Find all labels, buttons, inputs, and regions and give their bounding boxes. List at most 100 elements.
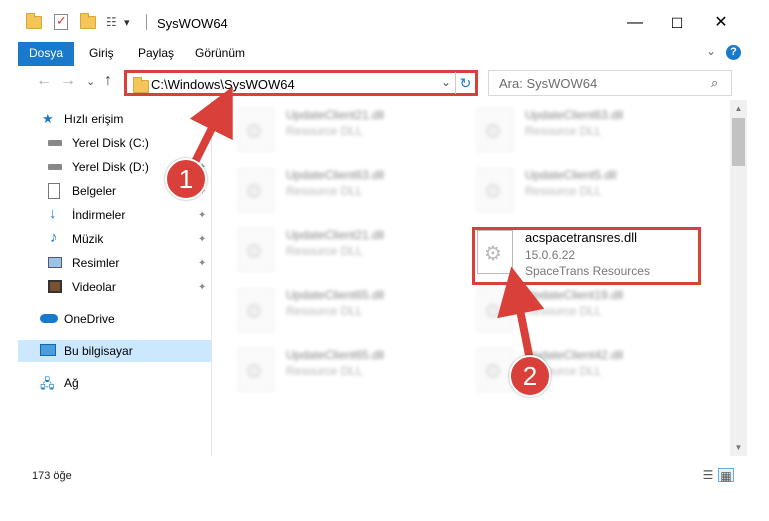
drive-icon xyxy=(48,164,62,170)
tab-file[interactable]: Dosya xyxy=(18,42,74,66)
help-icon[interactable]: ? xyxy=(726,45,741,60)
file-name: UpdateClient21.dll xyxy=(286,228,385,242)
address-dropdown-icon[interactable]: ⌄ xyxy=(441,75,451,89)
scroll-up-arrow-icon[interactable]: ▲ xyxy=(730,100,747,117)
file-name: UpdateClient63.dll xyxy=(286,168,385,182)
sidebar-item-label: Hızlı erişim xyxy=(64,112,124,126)
window-title: SysWOW64 xyxy=(157,16,228,31)
file-name: UpdateClient19.dll xyxy=(525,288,624,302)
close-button[interactable]: ✕ xyxy=(698,8,744,38)
documents-icon xyxy=(48,183,60,199)
search-box[interactable]: Ara: SysWOW64 ⌕ xyxy=(488,70,732,96)
vertical-scrollbar[interactable]: ▲ ▼ xyxy=(730,100,747,456)
sidebar-item-label: OneDrive xyxy=(64,312,115,326)
refresh-icon[interactable]: ↻ xyxy=(455,72,475,94)
tab-view[interactable]: Görünüm xyxy=(195,46,245,60)
dll-file-icon xyxy=(477,108,513,152)
minimize-button[interactable]: — xyxy=(612,8,658,38)
sidebar-item-label: Yerel Disk (C:) xyxy=(72,136,149,150)
file-tile[interactable]: UpdateClient65.dll Resource DLL xyxy=(238,284,468,336)
toolbar-dropdown-icon[interactable]: ▾ xyxy=(124,16,130,29)
sidebar-item-label: Ağ xyxy=(64,376,79,390)
dll-file-icon xyxy=(477,288,513,332)
properties-icon[interactable] xyxy=(54,13,72,30)
sidebar-item-label: Yerel Disk (D:) xyxy=(72,160,149,174)
file-tile[interactable]: UpdateClient19.dll Resource DLL xyxy=(477,284,707,336)
search-placeholder[interactable]: Ara: SysWOW64 xyxy=(499,76,597,91)
sidebar-item-local-disk-c[interactable]: Yerel Disk (C:) xyxy=(18,132,211,154)
step-marker-1: 1 xyxy=(165,158,207,200)
folder-icon xyxy=(133,77,149,93)
pin-icon[interactable]: ✦ xyxy=(198,234,206,245)
pin-icon[interactable]: ✦ xyxy=(198,258,206,269)
sidebar-item-label: Belgeler xyxy=(72,184,117,198)
up-button[interactable]: ↑ xyxy=(104,72,112,90)
file-name: UpdateClient65.dll xyxy=(286,288,385,302)
cloud-icon xyxy=(40,314,58,323)
sidebar-item-network[interactable]: 🖧 Ağ xyxy=(18,372,211,394)
title-bar: ☷ ▾ SysWOW64 — ☐ ✕ xyxy=(0,0,769,42)
music-icon: ♪ xyxy=(50,229,58,246)
forward-button[interactable]: → xyxy=(60,72,76,90)
item-count: 173 öğe xyxy=(32,470,72,482)
file-tile[interactable]: UpdateClient5.dll Resource DLL xyxy=(477,164,707,216)
sidebar-item-downloads[interactable]: ↓ İndirmeler ✦ xyxy=(18,204,211,226)
computer-icon xyxy=(40,344,56,356)
file-type: Resource DLL xyxy=(286,184,363,198)
sidebar-item-label: Resimler xyxy=(72,256,120,270)
file-name: UpdateClient63.dll xyxy=(525,108,624,122)
file-name: UpdateClient5.dll xyxy=(525,168,617,182)
drive-icon xyxy=(48,140,62,146)
file-highlight-box xyxy=(472,227,701,285)
sidebar-item-this-pc[interactable]: Bu bilgisayar xyxy=(18,340,211,362)
scroll-down-arrow-icon[interactable]: ▼ xyxy=(730,439,747,456)
dll-file-icon xyxy=(238,288,274,332)
file-name: UpdateClient65.dll xyxy=(286,348,385,362)
sidebar-item-label: Müzik xyxy=(72,232,104,246)
search-icon: ⌕ xyxy=(711,75,719,90)
sidebar-item-label: Videolar xyxy=(72,280,116,294)
step-marker-2: 2 xyxy=(509,355,551,397)
pictures-icon xyxy=(48,257,62,268)
ribbon-tabs: Dosya Giriş Paylaş Görünüm ⌄ ? xyxy=(0,42,769,66)
sidebar-item-onedrive[interactable]: OneDrive xyxy=(18,308,211,330)
pin-icon[interactable]: ✦ xyxy=(198,210,206,221)
dll-file-icon xyxy=(238,228,274,272)
file-tile[interactable]: UpdateClient63.dll Resource DLL xyxy=(477,104,707,156)
file-tile[interactable]: UpdateClient21.dll Resource DLL xyxy=(238,224,468,276)
folder-icon[interactable] xyxy=(26,13,44,30)
star-icon: ★ xyxy=(42,111,54,126)
address-path[interactable]: C:\Windows\SysWOW64 xyxy=(151,77,295,92)
sidebar-item-music[interactable]: ♪ Müzik ✦ xyxy=(18,228,211,250)
dll-file-icon xyxy=(477,168,513,212)
tab-share[interactable]: Paylaş xyxy=(138,46,174,60)
dll-file-icon xyxy=(238,168,274,212)
file-type: Resource DLL xyxy=(286,304,363,318)
sidebar-item-pictures[interactable]: Resimler ✦ xyxy=(18,252,211,274)
sidebar-item-videos[interactable]: Videolar ✦ xyxy=(18,276,211,298)
dll-file-icon xyxy=(477,348,513,392)
dll-file-icon xyxy=(238,348,274,392)
sidebar-item-quick-access[interactable]: ★ Hızlı erişim xyxy=(18,108,211,130)
sidebar-item-label: Bu bilgisayar xyxy=(64,344,133,358)
tab-home[interactable]: Giriş xyxy=(89,46,114,60)
back-button[interactable]: ← xyxy=(36,72,52,90)
dll-file-icon xyxy=(238,108,274,152)
large-icons-view-icon[interactable]: ▦ xyxy=(718,468,734,483)
expand-ribbon-icon[interactable]: ⌄ xyxy=(706,44,716,58)
file-tile[interactable]: UpdateClient65.dll Resource DLL xyxy=(238,344,468,396)
new-folder-icon[interactable] xyxy=(80,13,98,30)
file-type: Resource DLL xyxy=(525,184,602,198)
video-icon xyxy=(48,280,62,293)
file-tile[interactable]: UpdateClient21.dll Resource DLL xyxy=(238,104,468,156)
file-tile[interactable]: UpdateClient63.dll Resource DLL xyxy=(238,164,468,216)
pin-icon[interactable]: ✦ xyxy=(198,282,206,293)
maximize-button[interactable]: ☐ xyxy=(654,8,700,38)
details-view-icon[interactable]: ☰ xyxy=(700,468,716,482)
customize-toolbar-icon[interactable]: ☷ xyxy=(106,14,120,30)
file-type: Resource DLL xyxy=(286,364,363,378)
address-bar[interactable]: C:\Windows\SysWOW64 ⌄ ↻ xyxy=(124,70,478,96)
recent-locations-button[interactable]: ⌄ xyxy=(86,75,95,88)
scroll-thumb[interactable] xyxy=(732,118,745,166)
sidebar-item-label: İndirmeler xyxy=(72,208,126,222)
